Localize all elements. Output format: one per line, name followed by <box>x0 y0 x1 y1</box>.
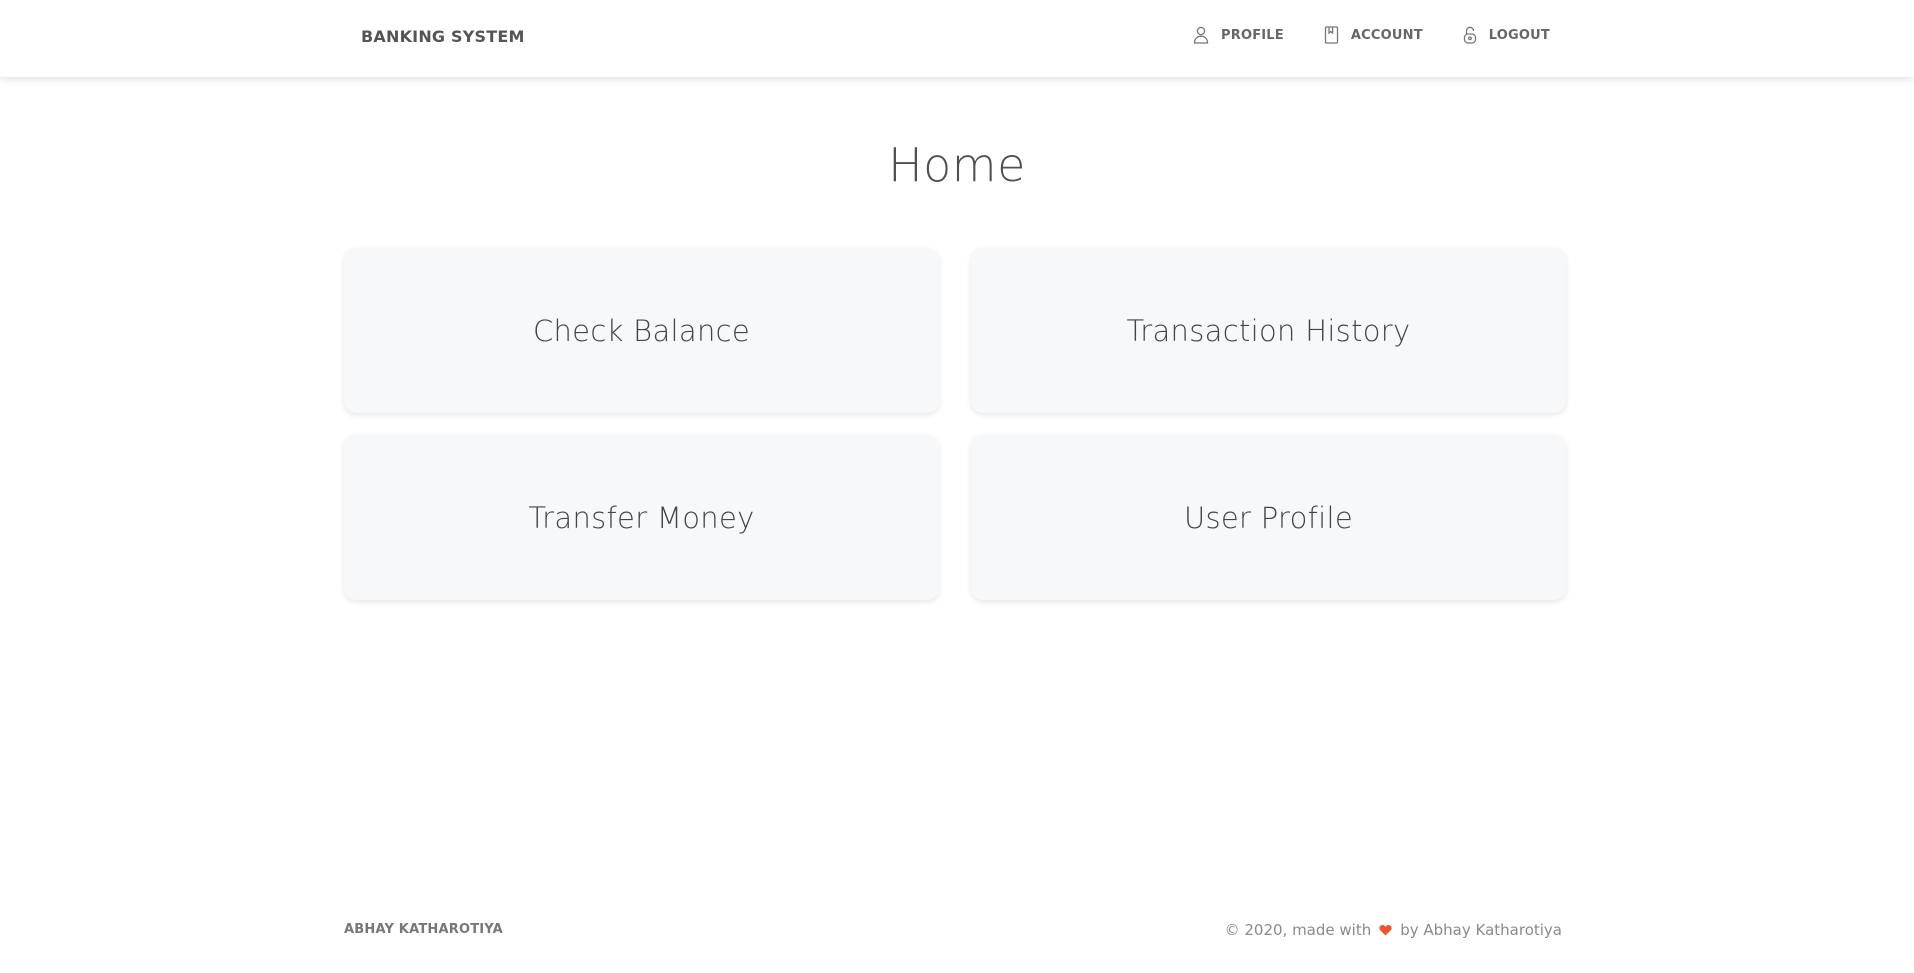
nav-profile-label: PROFILE <box>1221 27 1284 43</box>
check-balance-label: Check Balance <box>532 313 751 348</box>
top-navbar: BANKING SYSTEM PROFILE ACCOUNT LOGOUT <box>0 0 1914 77</box>
transfer-money-card[interactable]: Transfer Money <box>344 435 939 600</box>
footer-credits: © 2020, made with by Abhay Katharotiya <box>1225 921 1562 939</box>
nav-profile-link[interactable]: PROFILE <box>1193 26 1284 44</box>
nav-logout-link[interactable]: LOGOUT <box>1463 26 1550 44</box>
footer-author-link[interactable]: ABHAY KATHAROTIYA <box>344 922 503 937</box>
user-profile-card[interactable]: User Profile <box>971 435 1566 600</box>
nav-links: PROFILE ACCOUNT LOGOUT <box>1193 26 1550 44</box>
page-title: Home <box>888 138 1026 192</box>
user-profile-label: User Profile <box>1183 500 1354 535</box>
action-cards: Check Balance Transaction History Transf… <box>344 248 1566 600</box>
transfer-money-label: Transfer Money <box>528 500 755 535</box>
heart-icon <box>1379 924 1392 936</box>
nav-logout-label: LOGOUT <box>1488 27 1550 43</box>
transaction-history-card[interactable]: Transaction History <box>971 248 1566 413</box>
book-icon <box>1324 26 1339 44</box>
lock-icon <box>1463 26 1477 44</box>
transaction-history-label: Transaction History <box>1126 313 1411 348</box>
footer-copyright: © 2020, made with <box>1224 921 1372 939</box>
brand-link[interactable]: BANKING SYSTEM <box>361 27 525 46</box>
nav-account-label: ACCOUNT <box>1350 27 1423 43</box>
footer-author-credit: by Abhay Katharotiya <box>1400 921 1562 939</box>
user-icon <box>1193 26 1209 44</box>
nav-account-link[interactable]: ACCOUNT <box>1324 26 1423 44</box>
check-balance-card[interactable]: Check Balance <box>344 248 939 413</box>
